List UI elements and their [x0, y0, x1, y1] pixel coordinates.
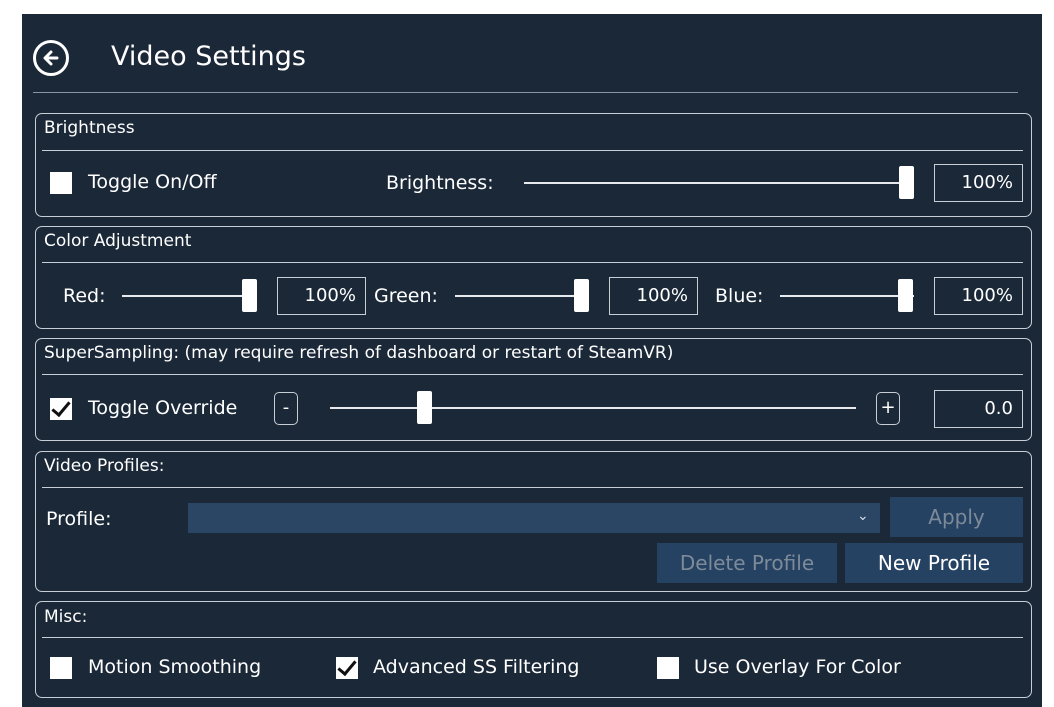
blue-label: Blue:	[715, 285, 764, 307]
blue-slider-track[interactable]	[780, 295, 914, 297]
red-label: Red:	[63, 285, 106, 307]
brightness-slider-track[interactable]	[524, 182, 914, 184]
chevron-down-icon: ⌄	[857, 508, 869, 524]
red-slider-track[interactable]	[122, 295, 255, 297]
brightness-toggle-label: Toggle On/Off	[88, 171, 217, 193]
motion-smoothing-checkbox[interactable]	[50, 657, 72, 679]
motion-smoothing-label: Motion Smoothing	[88, 656, 262, 678]
profile-label: Profile:	[46, 508, 112, 530]
red-slider-thumb[interactable]	[242, 279, 257, 312]
supersampling-divider	[42, 374, 1023, 375]
supersampling-override-label: Toggle Override	[88, 397, 238, 419]
supersampling-value-box[interactable]: 0.0	[934, 390, 1023, 428]
supersampling-increase-button[interactable]: +	[876, 392, 900, 425]
new-profile-button[interactable]: New Profile	[845, 543, 1023, 583]
video-profiles-divider	[42, 487, 1023, 488]
supersampling-slider-track[interactable]	[330, 407, 856, 409]
brightness-group	[35, 113, 1032, 217]
supersampling-section-title: SuperSampling: (may require refresh of d…	[44, 343, 674, 363]
advanced-ss-filtering-checkbox[interactable]	[336, 657, 358, 679]
green-value-box[interactable]: 100%	[609, 277, 698, 315]
brightness-toggle-checkbox[interactable]	[50, 172, 72, 194]
green-slider-thumb[interactable]	[574, 279, 589, 312]
blue-value-box[interactable]: 100%	[934, 277, 1023, 315]
advanced-ss-filtering-label: Advanced SS Filtering	[373, 656, 580, 678]
delete-profile-button[interactable]: Delete Profile	[657, 543, 837, 583]
page-title: Video Settings	[111, 41, 306, 72]
video-profiles-section-title: Video Profiles:	[44, 456, 165, 476]
supersampling-decrease-button[interactable]: -	[274, 392, 298, 425]
supersampling-slider-thumb[interactable]	[416, 391, 432, 424]
header-divider	[33, 92, 1018, 93]
brightness-section-title: Brightness	[44, 118, 135, 138]
blue-slider-thumb[interactable]	[898, 279, 913, 312]
use-overlay-for-color-checkbox[interactable]	[657, 657, 679, 679]
arrow-left-circle-icon	[43, 50, 59, 66]
brightness-slider-thumb[interactable]	[899, 166, 914, 199]
use-overlay-for-color-label: Use Overlay For Color	[694, 656, 901, 678]
misc-section-title: Misc:	[44, 607, 88, 627]
red-value-box[interactable]: 100%	[277, 277, 366, 315]
back-button[interactable]	[33, 40, 69, 76]
misc-group	[35, 601, 1032, 698]
profile-dropdown[interactable]: ⌄	[188, 503, 880, 533]
brightness-value-box[interactable]: 100%	[934, 164, 1023, 202]
brightness-divider	[42, 150, 1023, 151]
supersampling-override-checkbox[interactable]	[50, 398, 72, 420]
green-label: Green:	[374, 285, 438, 307]
green-slider-track[interactable]	[455, 295, 588, 297]
misc-divider	[42, 637, 1023, 638]
apply-button[interactable]: Apply	[890, 497, 1023, 537]
color-adjustment-divider	[42, 262, 1023, 263]
brightness-slider-label: Brightness:	[386, 172, 494, 194]
color-adjustment-section-title: Color Adjustment	[44, 231, 192, 251]
